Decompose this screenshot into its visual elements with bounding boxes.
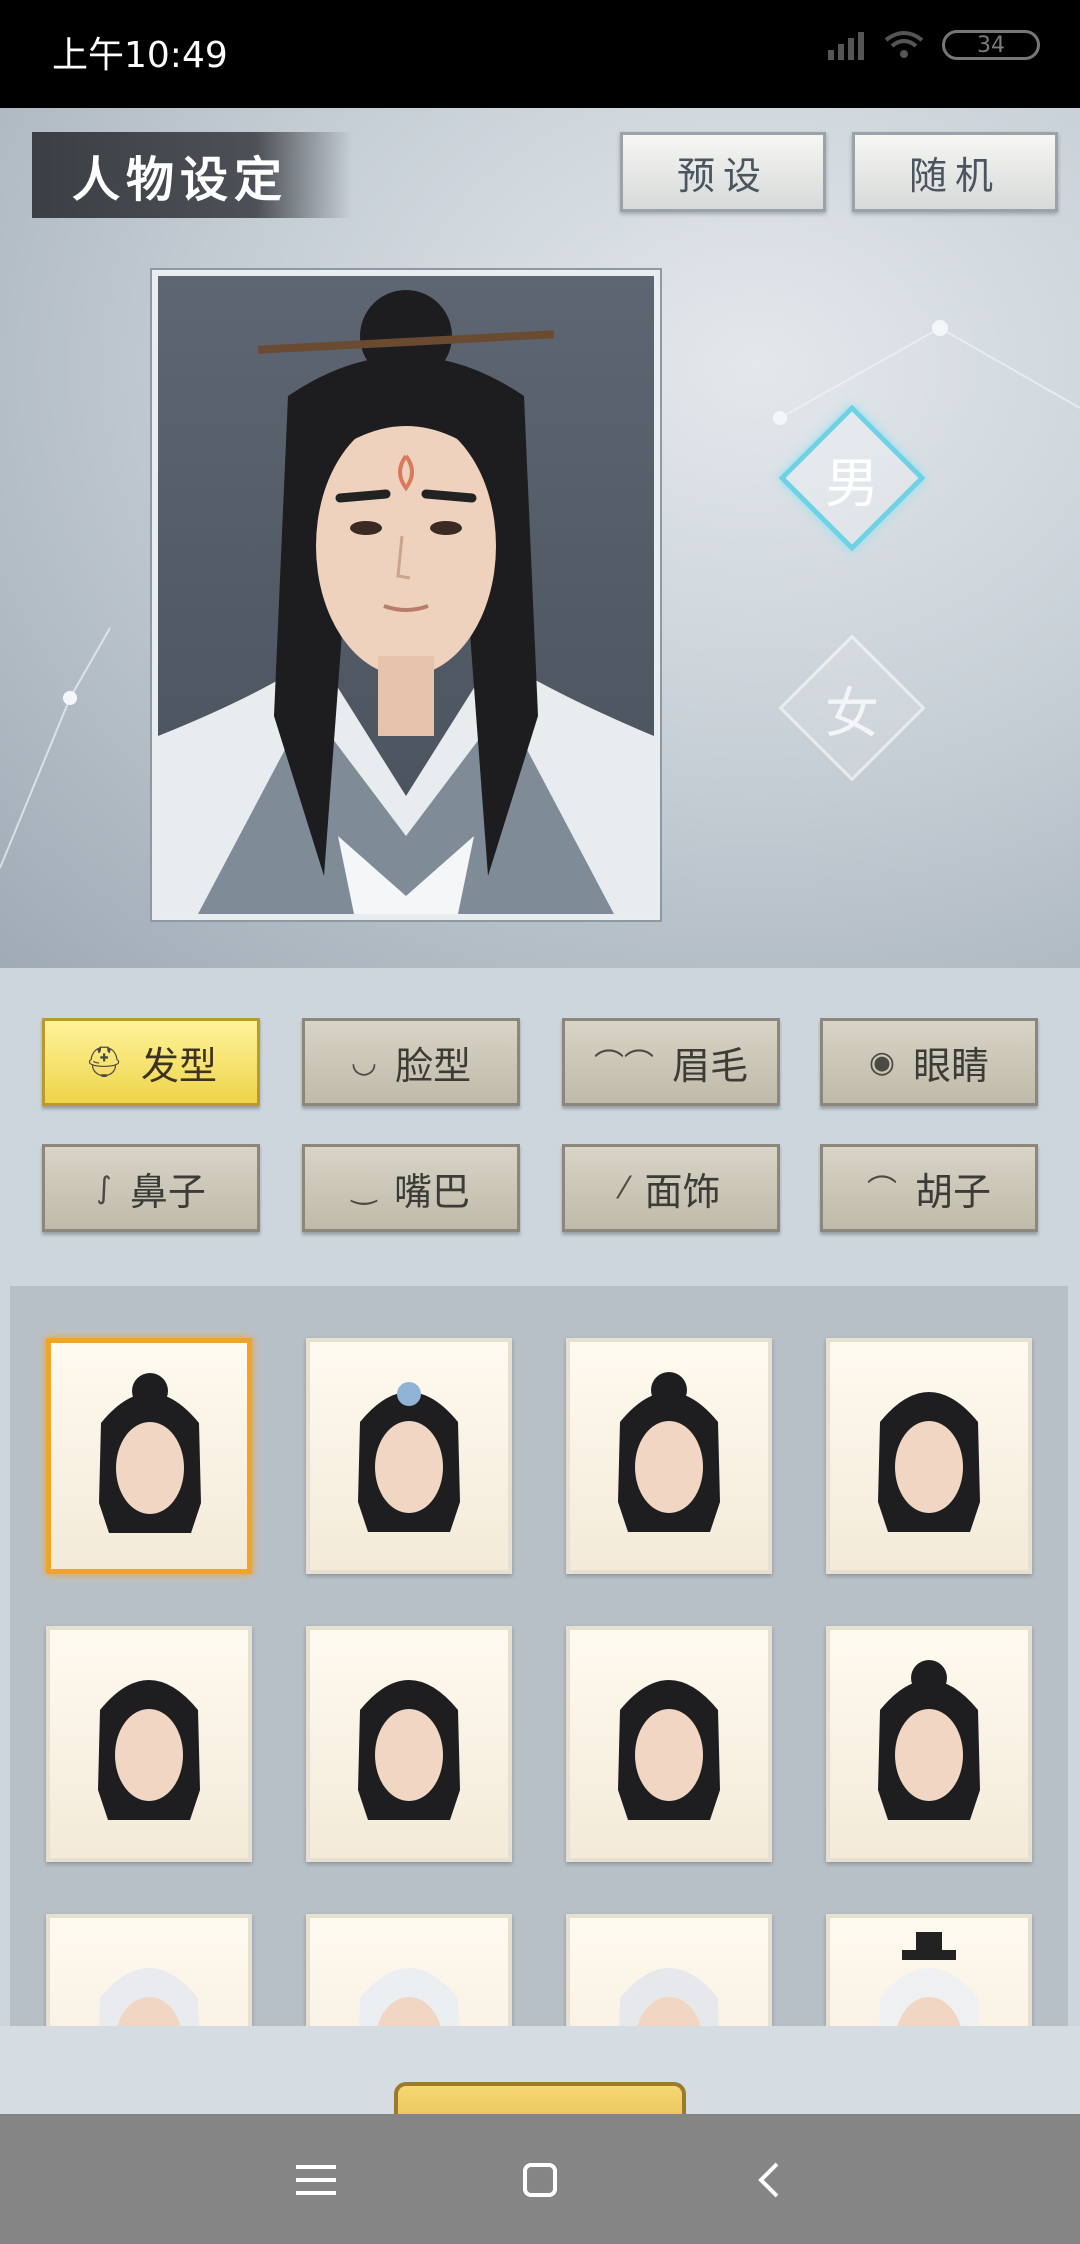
hairstyle-thumbnail xyxy=(99,1968,199,2026)
hairstyle-option[interactable] xyxy=(826,1626,1032,1862)
page-title-banner: 人物设定 xyxy=(32,132,352,218)
tab-eyebrows[interactable]: ⌒⌒ 眉毛 xyxy=(562,1018,780,1106)
hairstyle-option[interactable] xyxy=(306,1914,512,2026)
tab-hair[interactable]: ⛑ 发型 xyxy=(42,1018,260,1106)
status-icons: 34 xyxy=(826,30,1040,60)
hairstyle-thumbnail xyxy=(358,1382,460,1532)
character-portrait-image xyxy=(158,290,654,914)
battery-icon: 34 xyxy=(942,30,1040,60)
hairstyle-option[interactable] xyxy=(46,1626,252,1862)
hairstyle-thumbnail xyxy=(879,1932,979,2026)
gender-female-button[interactable]: 女 xyxy=(772,628,932,788)
hairstyle-option[interactable] xyxy=(566,1914,772,2026)
beard-icon: ⌒ xyxy=(866,1174,897,1209)
hairstyle-thumbnail xyxy=(358,1680,460,1820)
nose-icon: ∫ xyxy=(96,1170,112,1206)
gender-male-button[interactable]: 男 xyxy=(772,398,932,558)
wifi-icon xyxy=(884,31,924,58)
preset-button[interactable]: 预设 xyxy=(620,132,826,212)
face-decoration-icon: ⁄ xyxy=(621,1170,627,1206)
status-time: 上午10:49 xyxy=(52,35,228,76)
hairstyle-option[interactable] xyxy=(306,1626,512,1862)
battery-level: 34 xyxy=(977,32,1005,58)
hairstyle-grid xyxy=(10,1286,1068,2026)
random-button[interactable]: 随机 xyxy=(852,132,1058,212)
hairstyle-thumbnail xyxy=(98,1680,200,1820)
hairstyle-option[interactable] xyxy=(566,1626,772,1862)
tab-face-shape[interactable]: ◡ 脸型 xyxy=(302,1018,520,1106)
hairstyle-option[interactable] xyxy=(826,1914,1032,2026)
hairstyle-option[interactable] xyxy=(306,1338,512,1574)
tab-eyes[interactable]: ◉ 眼睛 xyxy=(820,1018,1038,1106)
tab-face-decoration-label: 面饰 xyxy=(644,1169,721,1214)
signal-icon xyxy=(828,32,864,60)
tab-face-decoration[interactable]: ⁄ 面饰 xyxy=(562,1144,780,1232)
hairstyle-option[interactable] xyxy=(826,1338,1032,1574)
tab-beard[interactable]: ⌒ 胡子 xyxy=(820,1144,1038,1232)
eye-icon: ◉ xyxy=(868,1044,896,1080)
hairstyle-thumbnail xyxy=(878,1392,980,1532)
hairstyle-thumbnail xyxy=(359,1968,459,2026)
hairstyle-thumbnail xyxy=(618,1372,720,1532)
hairstyle-option[interactable] xyxy=(46,1338,252,1574)
hairstyle-thumbnail xyxy=(619,1968,719,2026)
tab-eyes-label: 眼睛 xyxy=(913,1043,990,1088)
mouth-icon: ‿ xyxy=(351,1170,377,1206)
tab-face-shape-label: 脸型 xyxy=(395,1043,472,1088)
tab-nose-label: 鼻子 xyxy=(129,1169,206,1214)
hairstyle-thumbnail xyxy=(878,1660,980,1820)
hairstyle-option[interactable] xyxy=(46,1914,252,2026)
menu-icon[interactable] xyxy=(284,2148,348,2212)
tab-nose[interactable]: ∫ 鼻子 xyxy=(42,1144,260,1232)
home-icon[interactable] xyxy=(508,2148,572,2212)
tab-mouth[interactable]: ‿ 嘴巴 xyxy=(302,1144,520,1232)
tab-beard-label: 胡子 xyxy=(914,1169,991,1214)
gender-female-label: 女 xyxy=(825,681,879,745)
hair-icon: ⛑ xyxy=(84,1044,124,1080)
tab-hair-label: 发型 xyxy=(141,1043,218,1088)
character-portrait xyxy=(150,268,662,922)
hairstyle-option[interactable] xyxy=(566,1338,772,1574)
hairstyle-thumbnail xyxy=(99,1373,201,1533)
tab-eyebrows-label: 眉毛 xyxy=(671,1043,748,1088)
hairstyle-thumbnail xyxy=(618,1680,720,1820)
status-bar: 上午10:49 34 xyxy=(0,0,1080,108)
gender-male-label: 男 xyxy=(825,451,879,515)
character-preview-area: 人物设定 预设 随机 男 女 xyxy=(0,108,1080,968)
back-icon[interactable] xyxy=(736,2148,800,2212)
face-shape-icon: ◡ xyxy=(350,1044,378,1080)
tab-mouth-label: 嘴巴 xyxy=(394,1169,471,1214)
page-title: 人物设定 xyxy=(72,152,289,208)
navigation-bar xyxy=(0,2114,1080,2244)
eyebrow-icon: ⌒⌒ xyxy=(593,1048,654,1083)
